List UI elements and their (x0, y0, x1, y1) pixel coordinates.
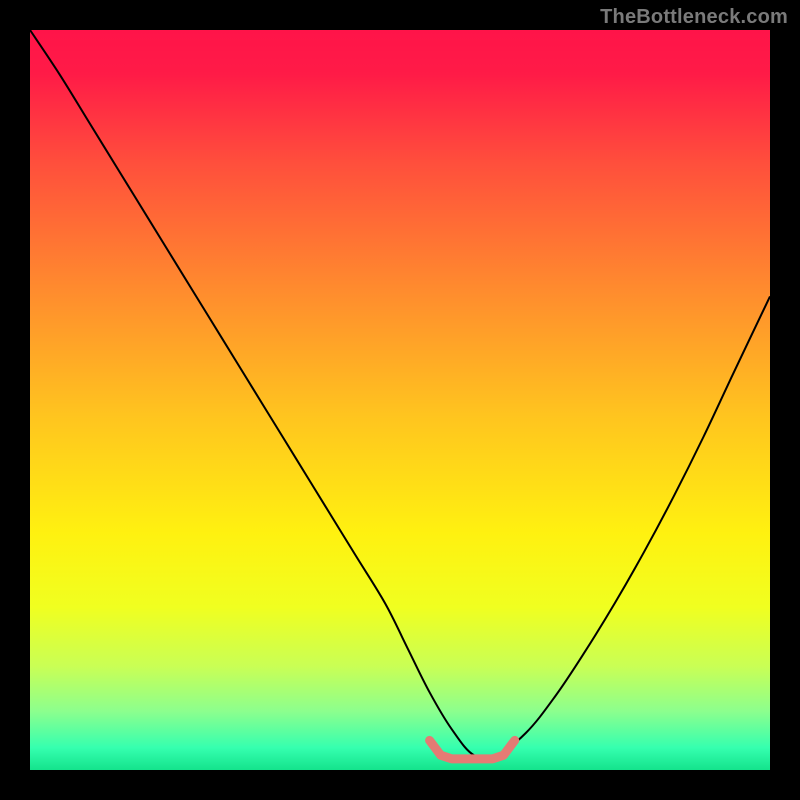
chart-frame: TheBottleneck.com (0, 0, 800, 800)
chart-svg (30, 30, 770, 770)
gradient-background (30, 30, 770, 770)
plot-area (30, 30, 770, 770)
watermark-text: TheBottleneck.com (600, 6, 788, 29)
